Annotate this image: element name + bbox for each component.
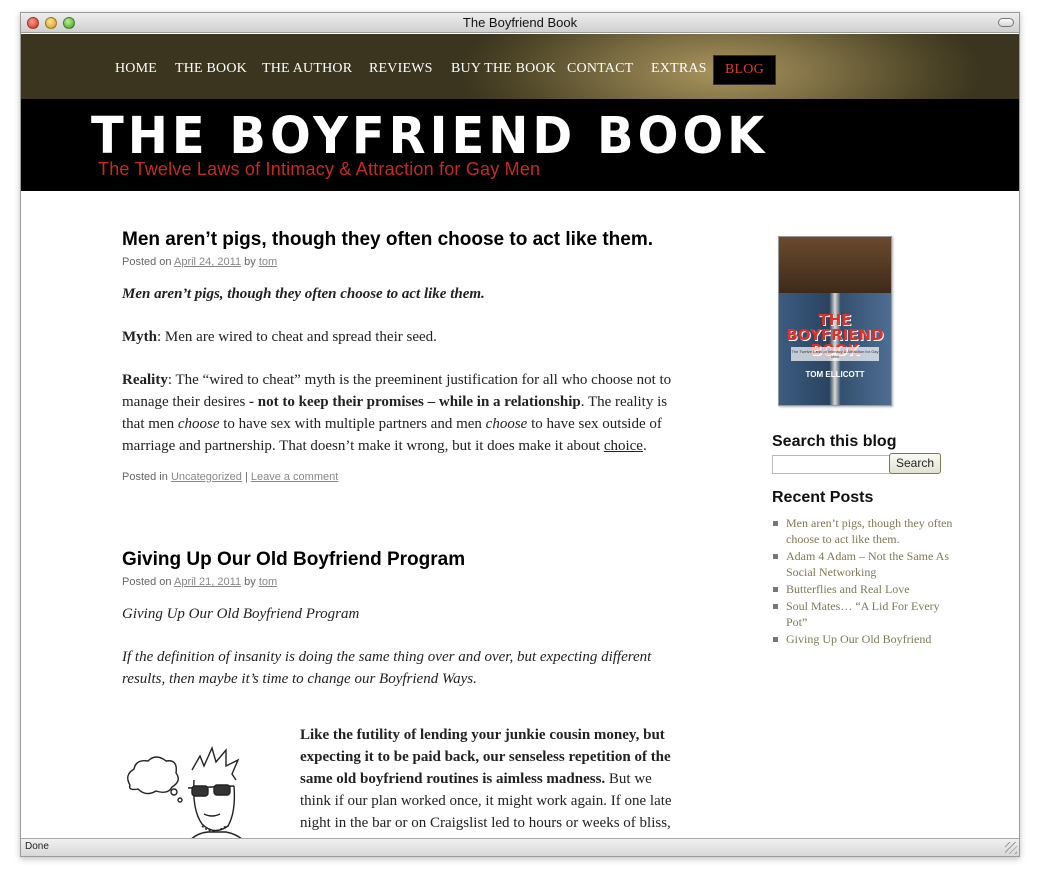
post-author-link[interactable]: tom: [259, 576, 277, 588]
post-title[interactable]: Men aren’t pigs, though they often choos…: [122, 229, 682, 251]
recent-post-link[interactable]: Men aren’t pigs, though they often choos…: [772, 515, 962, 547]
post-quote: If the definition of insanity is doing t…: [122, 649, 652, 687]
posted-on-label: Posted on: [122, 256, 172, 268]
toolbar-toggle-button[interactable]: [998, 18, 1014, 27]
nav-the-author[interactable]: THE AUTHOR: [262, 61, 352, 77]
post-intro: Giving Up Our Old Boyfriend Program: [122, 606, 360, 622]
choose-emphasis: choose: [485, 416, 528, 432]
by-label: by: [244, 256, 256, 268]
cover-author: TOM ELLICOTT: [805, 370, 865, 379]
post-excerpt: Like the futility of lending your junkie…: [300, 724, 685, 840]
nav-contact[interactable]: CONTACT: [567, 61, 633, 77]
choice-link[interactable]: choice: [604, 438, 643, 454]
cover-photo-top: [779, 237, 891, 293]
post-footer: Posted in Uncategorized | Leave a commen…: [122, 471, 682, 483]
cartoon-illustration: [127, 745, 244, 840]
cover-subtitle: The Twelve Laws of Intimacy & Attraction…: [791, 347, 879, 361]
browser-window: The Boyfriend Book HOME THE BOOK THE AUT…: [20, 12, 1020, 857]
post-article: Giving Up Our Old Boyfriend Program Post…: [122, 549, 682, 840]
by-label: by: [244, 576, 256, 588]
nav-buy-the-book[interactable]: BUY THE BOOK: [451, 61, 556, 77]
post-content: Giving Up Our Old Boyfriend Program If t…: [122, 603, 682, 690]
site-tagline: The Twelve Laws of Intimacy & Attraction…: [98, 159, 541, 179]
recent-posts-title: Recent Posts: [772, 489, 874, 506]
myth-text: : Men are wired to cheat and spread thei…: [157, 329, 437, 345]
myth-label: Myth: [122, 329, 157, 345]
recent-posts-list: Men aren’t pigs, though they often choos…: [772, 515, 962, 648]
window-title: The Boyfriend Book: [462, 15, 578, 30]
post-author-link[interactable]: tom: [259, 256, 277, 268]
nav-home[interactable]: HOME: [115, 61, 157, 77]
reality-bold-text: - not to keep their promises – while in …: [245, 394, 581, 410]
post-article: Men aren’t pigs, though they often choos…: [122, 229, 682, 483]
leave-comment-link[interactable]: Leave a comment: [251, 471, 338, 483]
posted-in-label: Posted in: [122, 471, 168, 483]
site-header: THE BOYFRIEND BOOK The Twelve Laws of In…: [21, 99, 1019, 191]
resize-grip-icon[interactable]: [1005, 842, 1017, 854]
recent-post-link[interactable]: Giving Up Our Old Boyfriend: [772, 631, 962, 647]
nav-the-book[interactable]: THE BOOK: [175, 61, 247, 77]
nav-blog[interactable]: BLOG: [713, 55, 776, 85]
nav-extras[interactable]: EXTRAS: [651, 61, 707, 77]
post-content: Men aren’t pigs, though they often choos…: [122, 283, 682, 457]
posted-on-label: Posted on: [122, 576, 172, 588]
reality-text-3: to have sex with multiple partners and m…: [223, 416, 482, 432]
status-text: Done: [25, 841, 49, 852]
search-widget-title: Search this blog: [772, 433, 897, 450]
reality-end: .: [642, 438, 647, 454]
book-cover-image[interactable]: THE BOYFRIEND BOOK The Twelve Laws of In…: [778, 236, 892, 406]
status-bar: Done: [21, 838, 1019, 856]
main-nav: HOME THE BOOK THE AUTHOR REVIEWS BUY THE…: [21, 34, 1019, 99]
search-button[interactable]: Search: [889, 453, 941, 474]
reality-label: Reality: [122, 372, 168, 388]
post-title[interactable]: Giving Up Our Old Boyfriend Program: [122, 549, 682, 571]
recent-post-link[interactable]: Adam 4 Adam – Not the Same As Social Net…: [772, 548, 962, 580]
post-intro: Men aren’t pigs, though they often choos…: [122, 286, 485, 302]
page-viewport[interactable]: HOME THE BOOK THE AUTHOR REVIEWS BUY THE…: [21, 34, 1019, 840]
nav-reviews[interactable]: REVIEWS: [369, 61, 433, 77]
post-meta: Posted on April 24, 2011 by tom: [122, 256, 682, 268]
category-link[interactable]: Uncategorized: [171, 471, 242, 483]
recent-post-link[interactable]: Soul Mates… “A Lid For Every Pot”: [772, 598, 962, 630]
post-date-link[interactable]: April 21, 2011: [174, 576, 241, 588]
title-bar: The Boyfriend Book: [21, 13, 1019, 33]
post-meta: Posted on April 21, 2011 by tom: [122, 576, 682, 588]
post-date-link[interactable]: April 24, 2011: [174, 256, 241, 268]
site-title[interactable]: THE BOYFRIEND BOOK: [91, 107, 768, 166]
choose-emphasis: choose: [177, 416, 220, 432]
footer-separator: |: [244, 471, 248, 483]
recent-post-link[interactable]: Butterflies and Real Love: [772, 581, 962, 597]
